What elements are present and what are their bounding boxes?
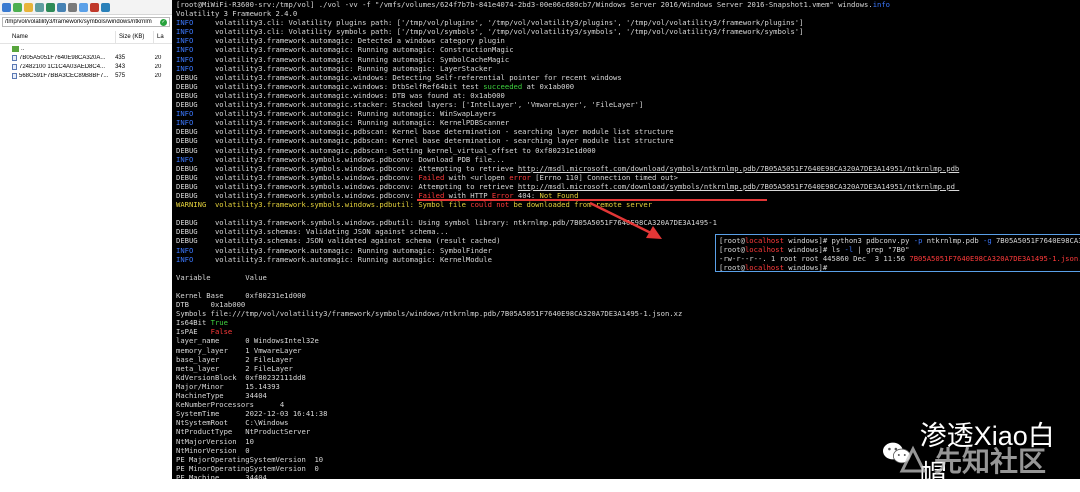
terminal-line: IsPAE False xyxy=(176,327,233,337)
download-icon[interactable] xyxy=(46,2,55,12)
terminal-line: layer_name 0 WindowsIntel32e xyxy=(176,336,319,346)
terminal-line: [root@localhost windows]# xyxy=(719,263,832,273)
upload-icon[interactable] xyxy=(57,2,66,12)
terminal-line: Is64Bit True xyxy=(176,318,228,328)
terminal-line: memory_layer 1 VmwareLayer xyxy=(176,345,302,355)
refresh-icon[interactable] xyxy=(13,2,22,12)
warning-underline xyxy=(417,199,767,201)
terminal-line: DEBUG volatility3.framework.automagic.wi… xyxy=(176,90,505,100)
terminal-line: Volatility 3 Framework 2.4.0 xyxy=(176,9,298,19)
terminal-line: INFO volatility3.framework.automagic: Ru… xyxy=(176,45,514,55)
terminal-line: DEBUG volatility3.framework.automagic.pd… xyxy=(176,136,674,146)
site-watermark: 先知社区 xyxy=(898,441,1078,479)
terminal-line: INFO volatility3.framework.automagic: Ru… xyxy=(176,54,510,64)
terminal-line: DTB 0x1ab000 xyxy=(176,300,246,310)
folder-icon[interactable] xyxy=(24,2,33,12)
terminal-line: DEBUG volatility3.framework.automagic.wi… xyxy=(176,81,575,91)
terminal-line: [root@localhost windows]# python3 pdbcon… xyxy=(719,236,1080,245)
col-name[interactable]: Name xyxy=(0,31,116,43)
path-input[interactable]: /tmp/vol/volatility3/framework/symbols/w… xyxy=(2,17,170,27)
site-logo-icon xyxy=(899,445,927,473)
overlay-terminal: [root@localhost windows]# python3 pdbcon… xyxy=(715,234,1080,272)
terminal-line: Kernel Base 0xf80231e1d000 xyxy=(176,291,306,300)
terminal-line: meta_layer 2 FileLayer xyxy=(176,363,293,373)
delete-icon[interactable] xyxy=(90,2,99,12)
terminal-line: DEBUG volatility3.framework.automagic.wi… xyxy=(176,72,622,82)
terminal-line: -rw-r--r--. 1 root root 445860 Dec 3 11:… xyxy=(719,254,1080,264)
file-icon xyxy=(12,54,17,61)
terminal-line: DEBUG volatility3.framework.symbols.wind… xyxy=(176,181,960,191)
file-list-header: Name Size (KB) La xyxy=(0,31,172,44)
terminal-line: INFO volatility3.framework.automagic: Ru… xyxy=(176,109,497,119)
terminal-line: INFO volatility3.framework.automagic: Ru… xyxy=(176,63,492,73)
terminal-line: Major/Minor 15.14393 xyxy=(176,381,280,391)
home-icon[interactable] xyxy=(35,2,44,12)
back-icon[interactable] xyxy=(2,2,11,12)
terminal-line: WARNING volatility3.framework.symbols.wi… xyxy=(176,200,653,210)
terminal-line: DEBUG volatility3.framework.automagic.pd… xyxy=(176,145,596,155)
terminal-line: [root@localhost windows]# ls -l | grep "… xyxy=(719,245,910,255)
file-icon xyxy=(12,63,17,70)
parent-folder-icon xyxy=(12,45,19,52)
terminal-line: Variable Value xyxy=(176,272,267,282)
terminal-line: KdVersionBlock 0xf80232111dd8 xyxy=(176,372,306,382)
site-name: 先知社区 xyxy=(934,446,1047,477)
terminal-line: base_layer 2 FileLayer xyxy=(176,354,293,364)
file-browser-pane: /tmp/vol/volatility3/framework/symbols/w… xyxy=(0,0,173,479)
parent-dir-row[interactable]: .. xyxy=(0,44,172,53)
edit-icon[interactable] xyxy=(79,2,88,12)
terminal-line: INFO volatility3.cli: Volatility symbols… xyxy=(176,27,804,37)
terminal-icon[interactable] xyxy=(101,2,110,12)
terminal-line: DEBUG volatility3.framework.automagic.pd… xyxy=(176,127,674,137)
terminal-line: [root@MiWiFi-R3600-srv:/tmp/vol] ./vol -… xyxy=(176,0,890,9)
terminal-line: MachineType 34404 xyxy=(176,391,267,401)
terminal-line: INFO volatility3.framework.symbols.windo… xyxy=(176,154,505,164)
terminal-line: DEBUG volatility3.framework.symbols.wind… xyxy=(176,218,717,228)
go-check-icon[interactable]: ✓ xyxy=(160,18,167,26)
terminal-line: INFO volatility3.framework.automagic: Ru… xyxy=(176,118,510,128)
terminal-line: DEBUG volatility3.framework.symbols.wind… xyxy=(176,163,960,173)
terminal-window[interactable]: [root@MiWiFi-R3600-srv:/tmp/vol] ./vol -… xyxy=(172,0,1080,479)
file-row[interactable]: 72482100 1C1C4A03AED8C4... 343 20 xyxy=(0,62,172,71)
file-icon xyxy=(12,72,17,79)
terminal-line: Symbols file:///tmp/vol/volatility3/fram… xyxy=(176,309,683,319)
terminal-line: DEBUG volatility3.framework.automagic.st… xyxy=(176,100,644,110)
col-size[interactable]: Size (KB) xyxy=(116,31,154,43)
terminal-line: INFO volatility3.framework.automagic: De… xyxy=(176,36,505,46)
path-text: /tmp/vol/volatility3/framework/symbols/w… xyxy=(5,19,152,25)
terminal-line: DEBUG volatility3.framework.symbols.wind… xyxy=(176,172,678,182)
file-row[interactable]: 568C591F7BBA3CEC89B8BF7... 575 20 xyxy=(0,71,172,80)
file-row[interactable]: 7B05A5051F7640E98CA320A... 435 20 xyxy=(0,53,172,62)
col-last-modified[interactable]: La xyxy=(154,31,172,43)
settings-icon[interactable] xyxy=(68,2,77,12)
file-toolbar xyxy=(0,0,172,15)
terminal-line: KeNumberProcessors 4 xyxy=(176,400,285,410)
terminal-line: INFO volatility3.cli: Volatility plugins… xyxy=(176,18,804,28)
